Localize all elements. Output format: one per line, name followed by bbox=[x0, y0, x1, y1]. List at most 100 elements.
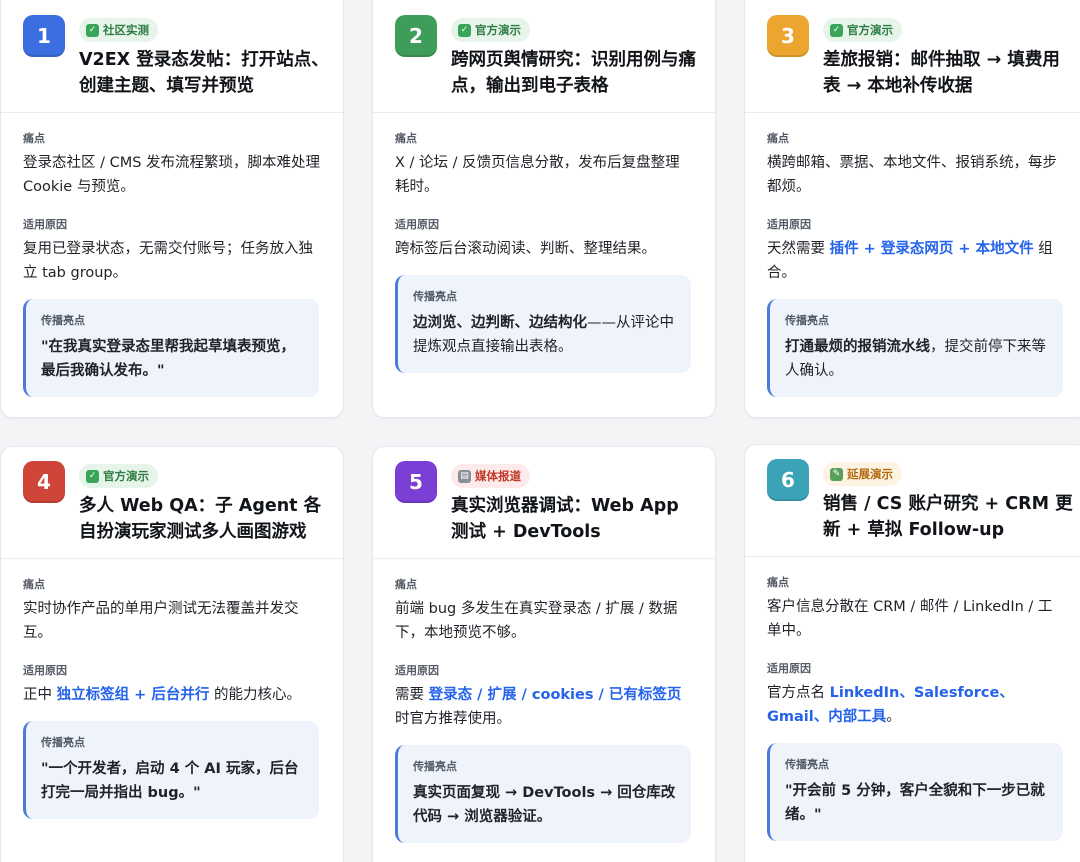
highlight-text: 打通最烦的报销流水线，提交前停下来等人确认。 bbox=[785, 335, 1049, 383]
pain-text: 前端 bug 多发生在真实登录态 / 扩展 / 数据下，本地预览不够。 bbox=[395, 601, 678, 641]
highlight-label: 传播亮点 bbox=[785, 758, 829, 771]
reason-text: 天然需要 插件 + 登录态网页 + 本地文件 组合。 bbox=[767, 237, 1065, 285]
highlight-callout: 传播亮点 真实页面复现 → DevTools → 回仓库改代码 → 浏览器验证。 bbox=[395, 745, 691, 843]
reason-text-after: 的能力核心。 bbox=[209, 687, 301, 703]
highlight-callout: 传播亮点 "一个开发者，启动 4 个 AI 玩家，后台打完一局并指出 bug。" bbox=[23, 721, 319, 819]
reason-highlight: 独立标签组 + 后台并行 bbox=[56, 687, 210, 703]
pain-text: 客户信息分散在 CRM / 邮件 / LinkedIn / 工单中。 bbox=[767, 599, 1053, 639]
reason-text-before: 需要 bbox=[395, 687, 429, 703]
card-title: 真实浏览器调试：Web App 测试 + DevTools bbox=[451, 496, 679, 542]
source-badge: ✓ 官方演示 bbox=[451, 18, 530, 42]
card-number: 2 bbox=[395, 15, 437, 57]
use-case-card: 5 ▤ 媒体报道 真实浏览器调试：Web App 测试 + DevTools 痛… bbox=[372, 446, 716, 862]
card-title: 销售 / CS 账户研究 + CRM 更新 + 草拟 Follow-up bbox=[823, 494, 1073, 540]
check-icon: ✓ bbox=[86, 23, 99, 37]
reason-label: 适用原因 bbox=[395, 218, 439, 231]
highlight-label: 传播亮点 bbox=[41, 314, 85, 327]
highlight-callout: 传播亮点 边浏览、边判断、边结构化——从评论中提炼观点直接输出表格。 bbox=[395, 275, 691, 373]
pencil-icon: ✎ bbox=[830, 467, 843, 481]
use-case-card: 6 ✎ 延展演示 销售 / CS 账户研究 + CRM 更新 + 草拟 Foll… bbox=[744, 444, 1080, 862]
use-case-card: 2 ✓ 官方演示 跨网页舆情研究：识别用例与痛点，输出到电子表格 痛点 X / … bbox=[372, 0, 716, 418]
reason-highlight: 插件 + 登录态网页 + 本地文件 bbox=[829, 241, 1034, 257]
card-number: 6 bbox=[767, 459, 809, 501]
pain-text: X / 论坛 / 反馈页信息分散，发布后复盘整理耗时。 bbox=[395, 155, 680, 195]
highlight-callout: 传播亮点 打通最烦的报销流水线，提交前停下来等人确认。 bbox=[767, 299, 1063, 397]
use-case-card: 3 ✓ 官方演示 差旅报销：邮件抽取 → 填费用表 → 本地补传收据 痛点 横跨… bbox=[744, 0, 1080, 418]
badge-label: 官方演示 bbox=[475, 23, 521, 37]
highlight-bold: 真实页面复现 → DevTools → 回仓库改代码 → 浏览器验证。 bbox=[413, 785, 676, 825]
highlight-callout: 传播亮点 "开会前 5 分钟，客户全貌和下一步已就绪。" bbox=[767, 743, 1063, 841]
source-badge: ▤ 媒体报道 bbox=[451, 464, 530, 488]
source-badge: ✓ 社区实测 bbox=[79, 18, 158, 42]
highlight-label: 传播亮点 bbox=[785, 314, 829, 327]
card-header: 4 ✓ 官方演示 多人 Web QA：子 Agent 各自扮演玩家测试多人画图游… bbox=[1, 447, 343, 559]
source-badge: ✓ 官方演示 bbox=[823, 18, 902, 42]
highlight-text: "开会前 5 分钟，客户全貌和下一步已就绪。" bbox=[785, 779, 1049, 827]
highlight-callout: 传播亮点 "在我真实登录态里帮我起草填表预览，最后我确认发布。" bbox=[23, 299, 319, 397]
check-icon: ✓ bbox=[830, 23, 843, 37]
card-body: 痛点 前端 bug 多发生在真实登录态 / 扩展 / 数据下，本地预览不够。 适… bbox=[373, 577, 715, 843]
card-number: 1 bbox=[23, 15, 65, 57]
source-badge: ✎ 延展演示 bbox=[823, 462, 902, 486]
reason-label: 适用原因 bbox=[23, 664, 67, 677]
pain-text: 横跨邮箱、票据、本地文件、报销系统，每步都烦。 bbox=[767, 155, 1057, 195]
reason-text-after: 。 bbox=[886, 709, 901, 725]
highlight-label: 传播亮点 bbox=[413, 290, 457, 303]
card-body: 痛点 客户信息分散在 CRM / 邮件 / LinkedIn / 工单中。 适用… bbox=[745, 575, 1080, 841]
badge-label: 媒体报道 bbox=[475, 469, 521, 483]
newspaper-icon: ▤ bbox=[458, 469, 471, 483]
highlight-text: 真实页面复现 → DevTools → 回仓库改代码 → 浏览器验证。 bbox=[413, 781, 677, 829]
card-title: 跨网页舆情研究：识别用例与痛点，输出到电子表格 bbox=[451, 50, 696, 96]
reason-text: 官方点名 LinkedIn、Salesforce、Gmail、内部工具。 bbox=[767, 681, 1065, 729]
highlight-label: 传播亮点 bbox=[41, 736, 85, 749]
reason-text: 跨标签后台滚动阅读、判断、整理结果。 bbox=[395, 237, 693, 261]
card-number: 5 bbox=[395, 461, 437, 503]
highlight-bold: 打通最烦的报销流水线 bbox=[785, 339, 930, 355]
pain-label: 痛点 bbox=[767, 576, 789, 589]
pain-label: 痛点 bbox=[23, 578, 45, 591]
pain-label: 痛点 bbox=[23, 132, 45, 145]
highlight-bold: "在我真实登录态里帮我起草填表预览，最后我确认发布。" bbox=[41, 339, 296, 379]
pain-label: 痛点 bbox=[395, 578, 417, 591]
reason-highlight: 登录态 / 扩展 / cookies / 已有标签页 bbox=[428, 687, 682, 703]
card-title: 差旅报销：邮件抽取 → 填费用表 → 本地补传收据 bbox=[823, 50, 1060, 96]
pain-text: 实时协作产品的单用户测试无法覆盖并发交互。 bbox=[23, 601, 299, 641]
reason-label: 适用原因 bbox=[767, 218, 811, 231]
card-number: 3 bbox=[767, 15, 809, 57]
highlight-bold: 边浏览、边判断、边结构化 bbox=[413, 315, 587, 331]
badge-label: 官方演示 bbox=[103, 469, 149, 483]
card-title: V2EX 登录态发帖：打开站点、创建主题、填写并预览 bbox=[79, 50, 329, 96]
badge-label: 社区实测 bbox=[103, 23, 149, 37]
highlight-label: 传播亮点 bbox=[413, 760, 457, 773]
pain-label: 痛点 bbox=[767, 132, 789, 145]
reason-text-before: 跨标签后台滚动阅读、判断、整理结果。 bbox=[395, 241, 656, 257]
reason-text: 正中 独立标签组 + 后台并行 的能力核心。 bbox=[23, 683, 321, 707]
reason-text-after: 时官方推荐使用。 bbox=[395, 711, 511, 727]
reason-text-before: 天然需要 bbox=[767, 241, 830, 257]
card-header: 2 ✓ 官方演示 跨网页舆情研究：识别用例与痛点，输出到电子表格 bbox=[373, 0, 715, 113]
use-case-card: 4 ✓ 官方演示 多人 Web QA：子 Agent 各自扮演玩家测试多人画图游… bbox=[0, 446, 344, 862]
reason-label: 适用原因 bbox=[23, 218, 67, 231]
card-header: 5 ▤ 媒体报道 真实浏览器调试：Web App 测试 + DevTools bbox=[373, 447, 715, 559]
reason-text: 复用已登录状态，无需交付账号；任务放入独立 tab group。 bbox=[23, 237, 321, 285]
highlight-text: "在我真实登录态里帮我起草填表预览，最后我确认发布。" bbox=[41, 335, 305, 383]
check-icon: ✓ bbox=[458, 23, 471, 37]
card-body: 痛点 横跨邮箱、票据、本地文件、报销系统，每步都烦。 适用原因 天然需要 插件 … bbox=[745, 131, 1080, 397]
reason-label: 适用原因 bbox=[767, 662, 811, 675]
card-title: 多人 Web QA：子 Agent 各自扮演玩家测试多人画图游戏 bbox=[79, 496, 322, 542]
badge-label: 延展演示 bbox=[847, 467, 893, 481]
highlight-bold: "开会前 5 分钟，客户全貌和下一步已就绪。" bbox=[785, 783, 1045, 823]
reason-label: 适用原因 bbox=[395, 664, 439, 677]
card-body: 痛点 X / 论坛 / 反馈页信息分散，发布后复盘整理耗时。 适用原因 跨标签后… bbox=[373, 131, 715, 373]
card-header: 1 ✓ 社区实测 V2EX 登录态发帖：打开站点、创建主题、填写并预览 bbox=[1, 0, 343, 113]
highlight-text: "一个开发者，启动 4 个 AI 玩家，后台打完一局并指出 bug。" bbox=[41, 757, 305, 805]
card-body: 痛点 实时协作产品的单用户测试无法覆盖并发交互。 适用原因 正中 独立标签组 +… bbox=[1, 577, 343, 819]
check-icon: ✓ bbox=[86, 469, 99, 483]
reason-text-before: 官方点名 bbox=[767, 685, 830, 701]
pain-label: 痛点 bbox=[395, 132, 417, 145]
highlight-text: 边浏览、边判断、边结构化——从评论中提炼观点直接输出表格。 bbox=[413, 311, 677, 359]
use-case-grid: 1 ✓ 社区实测 V2EX 登录态发帖：打开站点、创建主题、填写并预览 痛点 登… bbox=[0, 0, 1080, 862]
badge-label: 官方演示 bbox=[847, 23, 893, 37]
pain-text: 登录态社区 / CMS 发布流程繁琐，脚本难处理 Cookie 与预览。 bbox=[23, 155, 321, 195]
source-badge: ✓ 官方演示 bbox=[79, 464, 158, 488]
